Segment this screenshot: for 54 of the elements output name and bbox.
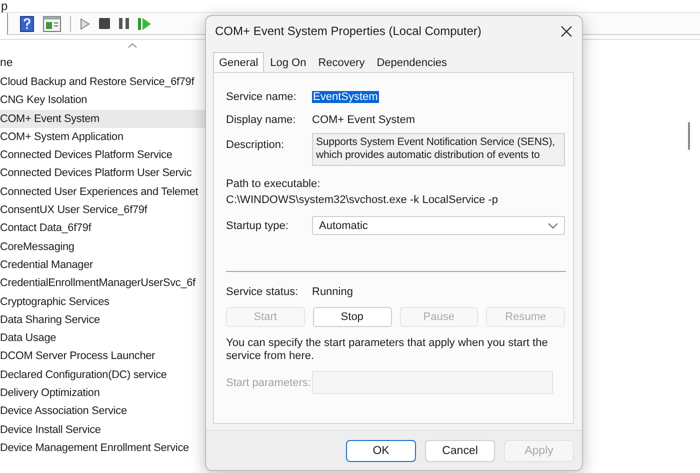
help-icon[interactable]	[20, 16, 34, 32]
service-row[interactable]: CredentialEnrollmentManagerUserSvc_6f	[0, 274, 205, 293]
service-row[interactable]: Connected User Experiences and Telemet	[0, 182, 205, 202]
service-row[interactable]: COM+ System Application	[0, 128, 205, 146]
menu-item[interactable]: p	[1, 0, 8, 12]
tab[interactable]: General	[213, 52, 264, 72]
scrollbar-thumb[interactable]	[688, 122, 690, 150]
service-row[interactable]: Device Management Enrollment Service	[0, 438, 205, 458]
tab[interactable]: Recovery	[312, 53, 371, 72]
service-row[interactable]: Declared Configuration(DC) service	[0, 366, 205, 384]
dialog-button[interactable]: OK	[346, 440, 416, 462]
path-value: C:\WINDOWS\system32\svchost.exe -k LocalService -p	[226, 194, 500, 206]
service-row[interactable]: ConsentUX User Service_6f79f	[0, 201, 205, 220]
service-row[interactable]: CoreMessaging	[0, 238, 205, 256]
sort-caret-icon	[128, 43, 137, 48]
service-row[interactable]: Contact Data_6f79f	[0, 219, 205, 238]
dialog-button[interactable]: Cancel	[425, 440, 495, 462]
hint-text: You can specify the start parameters that apply when you start the service from here.	[226, 337, 549, 363]
startup-type-dropdown[interactable]: Automatic	[312, 216, 565, 235]
service-row[interactable]: Delivery Optimization	[0, 384, 205, 402]
service-name-value: EventSystem	[312, 90, 379, 102]
console-icon[interactable]	[43, 16, 61, 32]
service-row[interactable]: CNG Key Isolation	[0, 91, 205, 110]
pause-icon[interactable]	[119, 18, 129, 29]
chevron-down-icon	[548, 222, 558, 228]
play-icon[interactable]	[80, 18, 90, 30]
service-control-button[interactable]: Stop	[312, 307, 392, 327]
description-box[interactable]: Supports System Event Notification Service (SENS), which provides automatic distribution of events to	[312, 133, 565, 166]
service-row[interactable]: Connected Devices Platform Service	[0, 146, 205, 164]
service-row[interactable]: Cloud Backup and Restore Service_6f79f	[0, 73, 205, 92]
tab[interactable]: Log On	[264, 53, 312, 72]
field-label: Start parameters:	[226, 376, 312, 388]
service-row[interactable]: COM+ Event System	[0, 110, 205, 128]
resume-icon[interactable]	[138, 18, 151, 30]
field-label: Path to executable:	[226, 178, 322, 190]
display-name-value: COM+ Event System	[312, 114, 416, 126]
field-label: Startup type:	[226, 220, 290, 232]
service-row[interactable]: Connected Devices Platform User Servic	[0, 164, 205, 183]
field-label: Service status:	[226, 286, 300, 298]
service-row[interactable]: Data Sharing Service	[0, 310, 205, 330]
service-status-value: Running	[312, 286, 353, 298]
service-row[interactable]: DCOM Server Process Launcher	[0, 347, 205, 366]
service-row[interactable]: Device Association Service	[0, 402, 205, 421]
field-label: Description:	[226, 138, 286, 151]
field-label: Display name:	[226, 114, 297, 126]
service-row[interactable]: Cryptographic Services	[0, 292, 205, 311]
column-header[interactable]: ne	[0, 57, 13, 69]
service-row[interactable]: Credential Manager	[0, 256, 205, 274]
tab[interactable]: Dependencies	[370, 53, 454, 72]
window-title: COM+ Event System Properties (Local Computer)	[215, 24, 482, 38]
service-row[interactable]: Device Install Service	[0, 420, 205, 439]
service-row[interactable]: Data Usage	[0, 329, 205, 348]
close-icon[interactable]	[561, 26, 572, 36]
field-label: Service name:	[226, 90, 298, 102]
